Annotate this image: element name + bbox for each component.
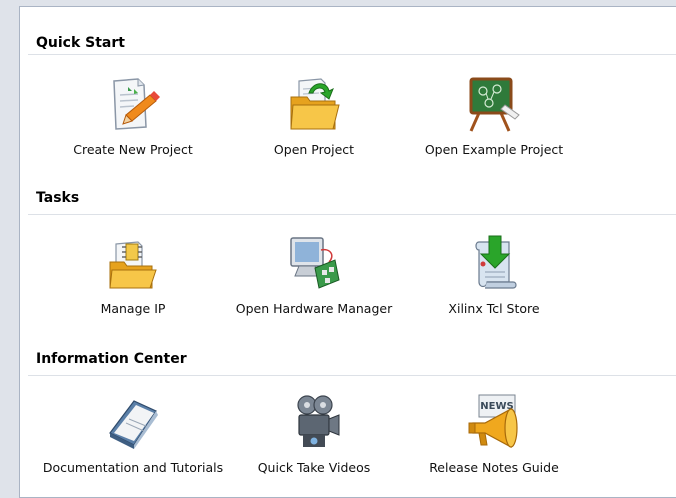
open-project-button[interactable]: Open Project [214, 75, 414, 157]
section-title-information-center: Information Center [36, 351, 187, 367]
documentation-and-tutorials-button[interactable]: Documentation and Tutorials [33, 393, 233, 475]
open-example-project-button[interactable]: Open Example Project [394, 75, 594, 157]
quick-take-videos-label: Quick Take Videos [257, 460, 371, 475]
section-title-quick-start: Quick Start [36, 35, 125, 51]
manage-ip-button[interactable]: Manage IP [33, 234, 233, 316]
open-example-project-label: Open Example Project [424, 142, 564, 157]
section-divider [28, 54, 676, 55]
manage-ip-icon [109, 241, 157, 289]
manage-ip-label: Manage IP [100, 301, 166, 316]
xilinx-tcl-store-button[interactable]: Xilinx Tcl Store [394, 234, 594, 316]
documentation-and-tutorials-label: Documentation and Tutorials [42, 460, 224, 475]
release-notes-guide-label: Release Notes Guide [429, 460, 559, 475]
xilinx-tcl-store-label: Xilinx Tcl Store [448, 301, 540, 316]
video-camera-icon [297, 395, 340, 447]
quick-take-videos-button[interactable]: Quick Take Videos [214, 393, 414, 475]
section-divider [28, 214, 676, 215]
release-notes-guide-button[interactable]: NEWS Release Notes Guide [394, 393, 594, 475]
hardware-manager-icon [290, 237, 340, 289]
create-new-project-button[interactable]: Create New Project [33, 75, 233, 157]
open-example-project-icon [469, 77, 520, 132]
megaphone-icon: NEWS [468, 394, 518, 449]
open-project-icon [290, 78, 340, 130]
documentation-icon [109, 400, 158, 449]
getting-started-panel: Quick Start Create New Project Open Proj… [19, 6, 676, 498]
section-title-tasks: Tasks [36, 190, 80, 206]
open-hardware-manager-button[interactable]: Open Hardware Manager [214, 234, 414, 316]
create-new-project-label: Create New Project [73, 142, 193, 157]
open-project-label: Open Project [273, 142, 355, 157]
tcl-store-icon [475, 235, 517, 289]
create-new-project-icon [113, 78, 160, 130]
section-divider [28, 375, 676, 376]
open-hardware-manager-label: Open Hardware Manager [235, 301, 393, 316]
